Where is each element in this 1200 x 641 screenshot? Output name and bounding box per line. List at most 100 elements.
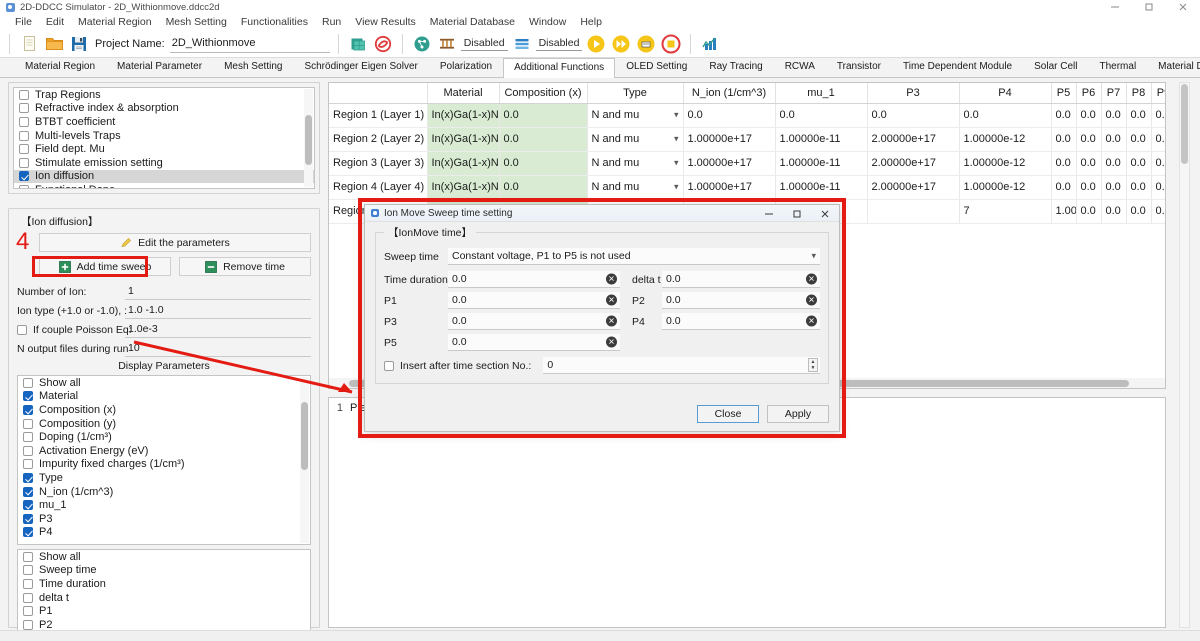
tab-ray-tracing[interactable]: Ray Tracing bbox=[698, 57, 773, 77]
checkbox-trap-regions[interactable] bbox=[19, 89, 29, 100]
delta-t-input[interactable] bbox=[662, 271, 820, 287]
scrollbar-thumb[interactable] bbox=[301, 402, 308, 470]
cell-material[interactable]: In(x)Ga(1-x)N bbox=[427, 175, 500, 200]
tab-material-database[interactable]: Material Database bbox=[1147, 57, 1200, 77]
checkbox-composition-x[interactable] bbox=[23, 404, 33, 415]
cell-n-ion[interactable]: 0.0 bbox=[683, 103, 776, 128]
checkbox-sweep-time[interactable] bbox=[23, 565, 33, 576]
cell-p5[interactable]: 0.0 bbox=[1051, 175, 1077, 200]
cell-p5[interactable]: 0.0 bbox=[1051, 151, 1077, 176]
list-item-p4[interactable]: P4 bbox=[18, 526, 310, 540]
mesh-icon[interactable] bbox=[347, 33, 369, 55]
list-item-stimulate-emission[interactable]: Stimulate emission setting bbox=[14, 156, 314, 170]
cell-p4[interactable]: 7 bbox=[959, 199, 1052, 224]
tab-time-dependent-module[interactable]: Time Dependent Module bbox=[892, 57, 1023, 77]
cell-p7[interactable]: 0.0 bbox=[1101, 151, 1127, 176]
checkbox-delta-t[interactable] bbox=[23, 592, 33, 603]
checkbox-ion-diffusion[interactable] bbox=[19, 171, 29, 182]
menu-material-database[interactable]: Material Database bbox=[423, 14, 522, 30]
cell-p4[interactable]: 1.00000e-12 bbox=[959, 127, 1052, 152]
number-of-ion-input[interactable] bbox=[125, 283, 311, 300]
menu-view-results[interactable]: View Results bbox=[348, 14, 423, 30]
chevron-down-icon[interactable]: ▾ bbox=[811, 251, 816, 262]
list-item-field-dept-mu[interactable]: Field dept. Mu bbox=[14, 142, 314, 156]
checkbox-material[interactable] bbox=[23, 391, 33, 402]
cell-type[interactable]: N and mu ▾ bbox=[587, 103, 684, 128]
checkbox-doping[interactable] bbox=[23, 432, 33, 443]
cell-material[interactable]: In(x)Ga(1-x)N bbox=[427, 103, 500, 128]
list-item-trap-regions[interactable]: Trap Regions bbox=[14, 88, 314, 102]
list-item-delta-t[interactable]: delta t bbox=[18, 591, 310, 605]
cell-p7[interactable]: 0.0 bbox=[1101, 175, 1127, 200]
menu-mesh-setting[interactable]: Mesh Setting bbox=[159, 14, 234, 30]
layers-icon[interactable] bbox=[511, 33, 533, 55]
cell-p9[interactable]: 0.0 bbox=[1151, 151, 1165, 176]
list-item-sweep-p1[interactable]: P1 bbox=[18, 604, 310, 618]
list-item-show-all-display[interactable]: Show all bbox=[18, 376, 310, 390]
close-icon[interactable] bbox=[1166, 0, 1200, 14]
cell-p7[interactable]: 0.0 bbox=[1101, 127, 1127, 152]
project-name-input[interactable] bbox=[169, 34, 330, 53]
tab-polarization[interactable]: Polarization bbox=[429, 57, 503, 77]
list-item-composition-y[interactable]: Composition (y) bbox=[18, 417, 310, 431]
tab-solar-cell[interactable]: Solar Cell bbox=[1023, 57, 1088, 77]
menu-window[interactable]: Window bbox=[522, 14, 573, 30]
checkbox-p4[interactable] bbox=[23, 527, 33, 538]
cell-p7[interactable]: 0.0 bbox=[1101, 199, 1127, 224]
checkbox-n-ion[interactable] bbox=[23, 486, 33, 497]
list-item-type[interactable]: Type bbox=[18, 471, 310, 485]
display-parameters-listbox[interactable]: Show all Material Composition (x) Compos… bbox=[17, 375, 311, 545]
cell-p9[interactable]: 0.0 bbox=[1151, 127, 1165, 152]
sweep-time-select[interactable]: Constant voltage, P1 to P5 is not used ▾ bbox=[448, 248, 820, 265]
page-vertical-scrollbar[interactable] bbox=[1179, 82, 1190, 628]
chevron-down-icon[interactable]: ▾ bbox=[674, 134, 679, 145]
list-item-multi-levels-traps[interactable]: Multi-levels Traps bbox=[14, 129, 314, 143]
list-item-doping[interactable]: Doping (1/cm³) bbox=[18, 430, 310, 444]
disabled-status-2[interactable]: Disabled bbox=[535, 36, 583, 51]
list-item-ion-diffusion[interactable]: Ion diffusion bbox=[14, 169, 314, 184]
chevron-down-icon[interactable]: ▾ bbox=[674, 182, 679, 193]
list-item-sweep-time[interactable]: Sweep time bbox=[18, 564, 310, 578]
checkbox-btbt-coefficient[interactable] bbox=[19, 116, 29, 127]
clear-icon[interactable]: ✕ bbox=[606, 294, 617, 306]
insert-section-spinner[interactable]: ▲▼ bbox=[543, 357, 820, 374]
list-item-impurity-fixed-charges[interactable]: Impurity fixed charges (1/cm³) bbox=[18, 458, 310, 472]
cell-type[interactable]: N and mu ▾ bbox=[587, 127, 684, 152]
checkbox-show-all-sweep[interactable] bbox=[23, 551, 33, 562]
save-disk-icon[interactable] bbox=[68, 33, 90, 55]
cell-p3[interactable]: 2.00000e+17 bbox=[867, 127, 960, 152]
cell-p4[interactable]: 0.0 bbox=[959, 103, 1052, 128]
minimize-icon[interactable] bbox=[1098, 0, 1132, 14]
spinner-up-icon[interactable]: ▲ bbox=[811, 359, 816, 365]
cell-p9[interactable]: 0.0 bbox=[1151, 103, 1165, 128]
cell-p6[interactable]: 0.0 bbox=[1076, 175, 1102, 200]
tab-thermal[interactable]: Thermal bbox=[1088, 57, 1147, 77]
tab-transistor[interactable]: Transistor bbox=[826, 57, 892, 77]
list-item-material[interactable]: Material bbox=[18, 390, 310, 404]
cell-composition[interactable]: 0.0 bbox=[499, 127, 588, 152]
p4-input[interactable] bbox=[662, 313, 820, 329]
p3-input[interactable] bbox=[448, 313, 620, 329]
checkbox-stimulate-emission[interactable] bbox=[19, 157, 29, 168]
clear-icon[interactable]: ✕ bbox=[806, 273, 817, 285]
cell-type[interactable]: N and mu ▾ bbox=[587, 151, 684, 176]
clear-icon[interactable]: ✕ bbox=[806, 315, 817, 327]
cell-p5[interactable]: 0.0 bbox=[1051, 103, 1077, 128]
menu-run[interactable]: Run bbox=[315, 14, 348, 30]
clear-icon[interactable]: ✕ bbox=[806, 294, 817, 306]
tab-material-parameter[interactable]: Material Parameter bbox=[106, 57, 213, 77]
p1-field[interactable]: ✕ bbox=[448, 292, 620, 309]
cell-mu-1[interactable]: 1.00000e-11 bbox=[775, 175, 868, 200]
checkbox-sweep-p1[interactable] bbox=[23, 606, 33, 617]
checkbox-mu-1[interactable] bbox=[23, 500, 33, 511]
cell-p5[interactable]: 1.00000e-12 bbox=[1051, 199, 1077, 224]
remove-time-button[interactable]: Remove time bbox=[179, 257, 311, 276]
p1-input[interactable] bbox=[448, 292, 620, 308]
list-item-functional-dope[interactable]: Functional Dope bbox=[14, 183, 314, 188]
p3-field[interactable]: ✕ bbox=[448, 313, 620, 330]
checkbox-functional-dope[interactable] bbox=[19, 184, 29, 188]
cell-mu-1[interactable]: 0.0 bbox=[775, 103, 868, 128]
table-row[interactable]: Region 1 (Layer 1) In(x)Ga(1-x)N 0.0 N a… bbox=[329, 103, 1165, 128]
sweep-parameters-listbox[interactable]: Show all Sweep time Time duration delta … bbox=[17, 549, 311, 641]
checkbox-insert-after-time-section[interactable] bbox=[384, 360, 394, 371]
